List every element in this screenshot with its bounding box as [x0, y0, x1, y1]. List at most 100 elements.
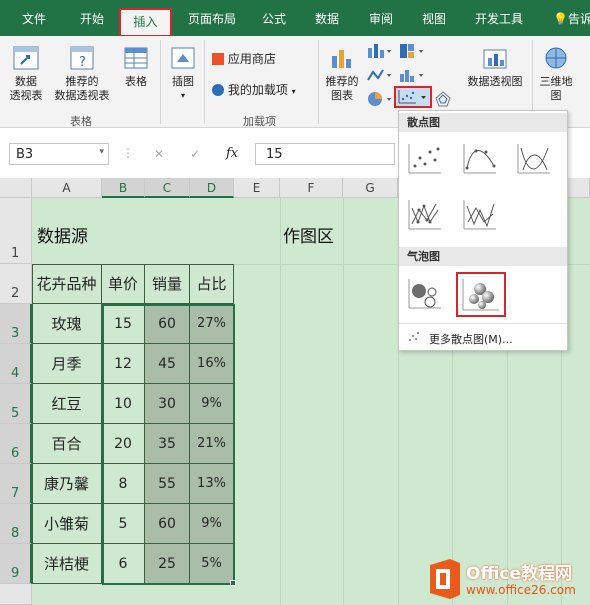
tab-formulas[interactable]: 公式	[262, 10, 286, 27]
row-header-4[interactable]: 4	[0, 344, 32, 384]
share-cell[interactable]: 16%	[190, 344, 234, 384]
sales-cell[interactable]: 55	[145, 464, 190, 504]
share-cell[interactable]: 5%	[190, 544, 234, 584]
scatter-straight-markers-option[interactable]	[404, 195, 447, 235]
column-header-g[interactable]: G	[343, 178, 398, 198]
tab-insert[interactable]: 插入	[119, 8, 172, 37]
flower-name-cell[interactable]: 红豆	[32, 384, 102, 424]
flower-name-cell[interactable]: 小雏菊	[32, 504, 102, 544]
row-header-8[interactable]: 8	[0, 504, 32, 544]
column-header-d[interactable]: D	[190, 178, 234, 198]
scatter-smooth-lines-option[interactable]	[513, 139, 556, 179]
table-header-cell[interactable]: 单价	[102, 264, 145, 304]
insert-function-icon[interactable]: fx	[226, 146, 238, 161]
table-label: 表格	[125, 75, 147, 88]
3d-bubble-option[interactable]	[456, 272, 506, 317]
pivot-chart-button[interactable]: 数据透视图	[460, 46, 530, 89]
scatter-plain-option[interactable]	[404, 139, 447, 179]
row-header-9[interactable]: 9	[0, 544, 32, 584]
table-header-cell[interactable]: 占比	[190, 264, 234, 304]
fill-handle[interactable]	[230, 580, 236, 586]
recommended-pivot-button[interactable]: ? 推荐的 数据透视表	[50, 44, 114, 103]
line-chart-icon[interactable]	[366, 66, 392, 84]
price-cell[interactable]: 8	[102, 464, 145, 504]
column-header-b[interactable]: B	[102, 178, 145, 198]
sales-cell[interactable]: 60	[145, 504, 190, 544]
store-button[interactable]: 应用商店	[212, 52, 312, 66]
tab-view[interactable]: 视图	[422, 10, 446, 27]
row-header-6[interactable]: 6	[0, 424, 32, 464]
row-header-5[interactable]: 5	[0, 384, 32, 424]
sales-cell[interactable]: 45	[145, 344, 190, 384]
gridline	[280, 198, 281, 605]
pie-chart-icon[interactable]	[366, 90, 392, 108]
price-cell[interactable]: 10	[102, 384, 145, 424]
3d-map-button[interactable]: 三维地 图	[536, 44, 576, 103]
formula-value: 15	[266, 147, 283, 162]
tab-developer[interactable]: 开发工具	[475, 10, 523, 27]
sales-cell[interactable]: 30	[145, 384, 190, 424]
price-cell[interactable]: 12	[102, 344, 145, 384]
select-all-corner[interactable]	[0, 178, 32, 198]
scatter-chart-button[interactable]	[394, 86, 432, 108]
enter-icon[interactable]: ✓	[190, 147, 200, 161]
addins-group-label: 加载项	[243, 115, 276, 128]
sales-cell[interactable]: 60	[145, 304, 190, 344]
sales-cell[interactable]: 35	[145, 424, 190, 464]
tab-page-layout[interactable]: 页面布局	[188, 10, 236, 27]
office-logo-icon	[430, 559, 460, 599]
radar-chart-icon[interactable]	[434, 90, 452, 108]
price-cell[interactable]: 15	[102, 304, 145, 344]
share-cell[interactable]: 9%	[190, 384, 234, 424]
scatter-chart-icon	[398, 90, 426, 104]
pivot-table-button[interactable]: 数据 透视表	[6, 44, 46, 103]
hierarchy-chart-icon[interactable]	[398, 42, 424, 60]
name-box[interactable]: B3 ▾	[9, 143, 109, 165]
column-header-a[interactable]: A	[32, 178, 102, 198]
illustrations-button[interactable]: 插图 ▾	[166, 44, 200, 103]
chevron-down-icon: ▾	[99, 147, 104, 157]
column-header-e[interactable]: E	[234, 178, 280, 198]
column-chart-icon[interactable]	[366, 42, 392, 60]
tab-file[interactable]: 文件	[22, 10, 46, 27]
flower-name-cell[interactable]: 玫瑰	[32, 304, 102, 344]
scatter-smooth-markers-option[interactable]	[459, 139, 502, 179]
price-cell[interactable]: 20	[102, 424, 145, 464]
share-cell[interactable]: 9%	[190, 504, 234, 544]
share-cell[interactable]: 27%	[190, 304, 234, 344]
share-cell[interactable]: 13%	[190, 464, 234, 504]
bubble-option[interactable]	[404, 274, 447, 314]
table-header-cell[interactable]: 销量	[145, 264, 190, 304]
table-header-cell[interactable]: 花卉品种	[32, 264, 102, 304]
flower-name-cell[interactable]: 百合	[32, 424, 102, 464]
table-button[interactable]: 表格	[120, 44, 152, 89]
recommended-charts-icon	[332, 50, 351, 68]
bubble-section-header: 气泡图	[399, 247, 567, 266]
price-cell[interactable]: 6	[102, 544, 145, 584]
recommended-charts-button[interactable]: 推荐的 图表	[322, 44, 362, 103]
formula-input[interactable]: 15	[255, 143, 395, 165]
column-header-c[interactable]: C	[145, 178, 190, 198]
price-cell[interactable]: 5	[102, 504, 145, 544]
tell-me-box[interactable]: 💡告诉	[553, 10, 590, 27]
group-separator	[318, 40, 319, 124]
pivot-table-label: 数据 透视表	[9, 75, 43, 102]
flower-name-cell[interactable]: 康乃馨	[32, 464, 102, 504]
share-cell[interactable]: 21%	[190, 424, 234, 464]
my-addins-button[interactable]: 我的加载项 ▾	[212, 83, 320, 99]
more-scatter-charts-link[interactable]: 更多散点图(M)...	[429, 331, 513, 347]
row-header-1[interactable]: 1	[0, 198, 32, 264]
tab-data[interactable]: 数据	[315, 10, 339, 27]
flower-name-cell[interactable]: 洋桔梗	[32, 544, 102, 584]
sales-cell[interactable]: 25	[145, 544, 190, 584]
tab-review[interactable]: 审阅	[369, 10, 393, 27]
tab-home[interactable]: 开始	[80, 10, 104, 27]
cancel-icon[interactable]: ✕	[154, 147, 164, 161]
row-header-7[interactable]: 7	[0, 464, 32, 504]
scatter-straight-lines-option[interactable]	[459, 195, 502, 235]
column-header-f[interactable]: F	[280, 178, 343, 198]
row-header-3[interactable]: 3	[0, 304, 32, 344]
row-header-2[interactable]: 2	[0, 264, 32, 304]
statistic-chart-icon[interactable]	[398, 66, 424, 84]
flower-name-cell[interactable]: 月季	[32, 344, 102, 384]
